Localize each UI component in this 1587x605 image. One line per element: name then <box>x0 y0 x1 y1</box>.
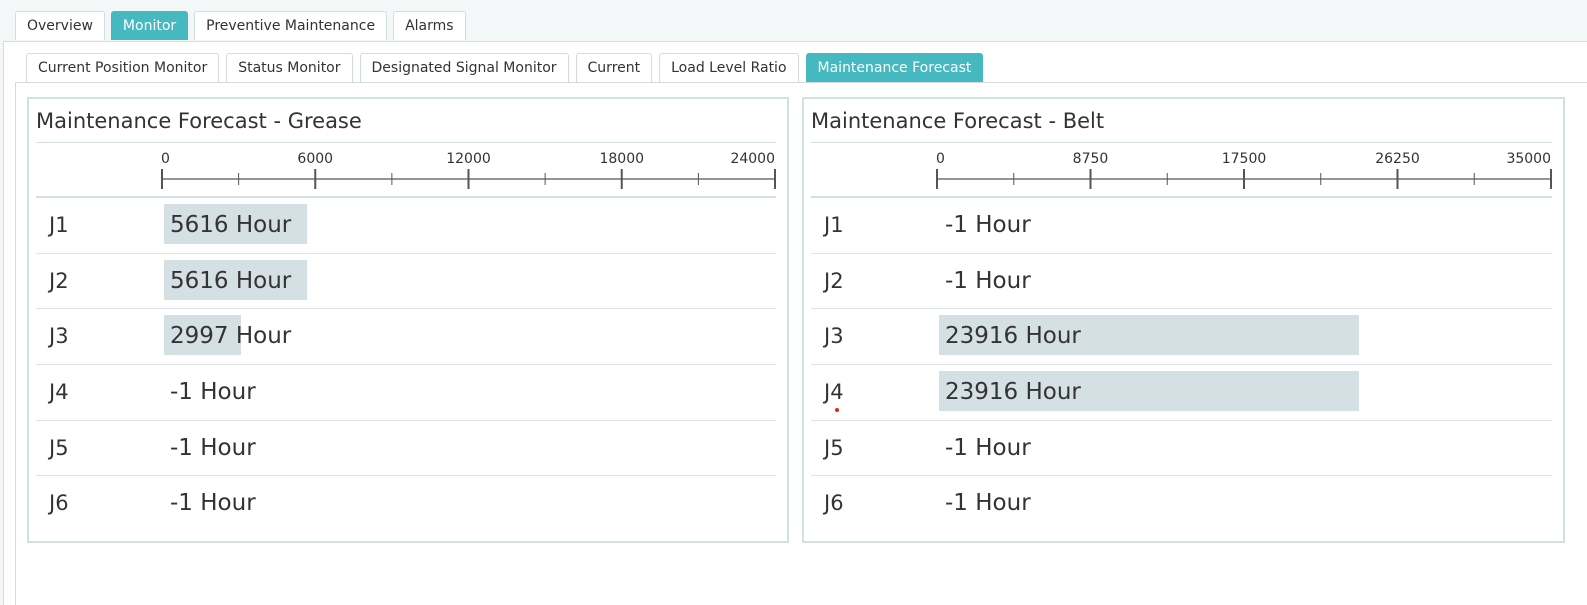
bar-value-label: 5616 Hour <box>170 212 292 238</box>
tab-overview[interactable]: Overview <box>15 11 105 40</box>
tab-load-level-ratio[interactable]: Load Level Ratio <box>659 53 799 82</box>
tab-status-monitor[interactable]: Status Monitor <box>226 53 353 82</box>
tick-label: 12000 <box>446 151 491 167</box>
row-label: J6 <box>49 491 69 516</box>
row-label: J6 <box>824 491 844 516</box>
grease-forecast-chart: Maintenance Forecast - Grease 0 6000 12000… <box>27 97 789 543</box>
tick-label: 17500 <box>1222 151 1267 167</box>
tick-label: 18000 <box>599 151 644 167</box>
tab-monitor[interactable]: Monitor <box>110 11 189 40</box>
monitor-sub-tabs: Current Position Monitor Status Monitor … <box>26 53 984 82</box>
row-label: J1 <box>49 213 69 237</box>
tab-current-position-monitor[interactable]: Current Position Monitor <box>26 53 220 82</box>
chart-row-j5: J5 -1 Hour <box>36 421 776 477</box>
tab-designated-signal-monitor[interactable]: Designated Signal Monitor <box>359 53 569 82</box>
tab-preventive-maintenance[interactable]: Preventive Maintenance <box>194 11 388 40</box>
bar-value-label: 23916 Hour <box>945 379 1081 406</box>
tick-label: 24000 <box>730 151 775 167</box>
chart-row-j1: J1 -1 Hour <box>811 198 1552 254</box>
row-label: J4 <box>824 380 844 405</box>
alert-marker <box>835 408 839 412</box>
chart-rows: J1 5616 Hour J2 5616 Hour J3 2997 Hour J4 -1 Ho… <box>36 198 776 532</box>
tick-label: 0 <box>161 151 170 167</box>
chart-row-j2: J2 5616 Hour <box>36 254 776 310</box>
belt-forecast-chart: Maintenance Forecast - Belt 0 8750 17500 26… <box>802 97 1565 543</box>
bar-value-label: 5616 Hour <box>170 267 292 294</box>
row-label: J5 <box>824 435 844 460</box>
chart-title: Maintenance Forecast - Grease <box>36 109 362 133</box>
main-tabs: Overview Monitor Preventive Maintenance … <box>15 11 466 40</box>
row-label: J3 <box>824 324 844 349</box>
row-label: J2 <box>824 268 844 293</box>
x-axis: 0 6000 12000 18000 24000 <box>161 151 776 189</box>
tick-label: 35000 <box>1506 151 1551 167</box>
bar-value-label: 2997 Hour <box>170 323 292 350</box>
chart-row-j6: J6 -1 Hour <box>36 476 776 532</box>
row-label: J1 <box>824 213 844 237</box>
bar-value-label: -1 Hour <box>945 434 1031 461</box>
chart-row-j1: J1 5616 Hour <box>36 198 776 254</box>
bar-value-label: -1 Hour <box>170 379 256 406</box>
chart-row-j6: J6 -1 Hour <box>811 476 1552 532</box>
x-axis: 0 8750 17500 26250 35000 <box>936 151 1552 189</box>
bar-value-label: -1 Hour <box>170 490 256 517</box>
chart-row-j4: J4 23916 Hour <box>811 365 1552 421</box>
tick-label: 26250 <box>1375 151 1420 167</box>
chart-row-j2: J2 -1 Hour <box>811 254 1552 310</box>
row-label: J2 <box>49 268 69 293</box>
chart-row-j4: J4 -1 Hour <box>36 365 776 421</box>
bar-value-label: -1 Hour <box>945 490 1031 517</box>
chart-title: Maintenance Forecast - Belt <box>811 109 1105 133</box>
chart-row-j3: J3 2997 Hour <box>36 309 776 366</box>
tab-current[interactable]: Current <box>575 53 653 82</box>
tab-maintenance-forecast[interactable]: Maintenance Forecast <box>805 53 984 82</box>
bar-value-label: -1 Hour <box>945 212 1031 238</box>
tick-label: 0 <box>936 151 945 167</box>
chart-row-j3: J3 23916 Hour <box>811 309 1552 366</box>
tick-label: 6000 <box>297 151 333 167</box>
chart-row-j5: J5 -1 Hour <box>811 421 1552 477</box>
row-label: J5 <box>49 435 69 460</box>
row-label: J4 <box>49 380 69 405</box>
bar-value-label: 23916 Hour <box>945 323 1081 350</box>
tick-label: 8750 <box>1073 151 1109 167</box>
row-label: J3 <box>49 324 69 349</box>
tab-alarms[interactable]: Alarms <box>393 11 466 40</box>
bar-value-label: -1 Hour <box>945 267 1031 294</box>
chart-rows: J1 -1 Hour J2 -1 Hour J3 23916 Hour J4 23916 Ho… <box>811 198 1552 532</box>
bar-value-label: -1 Hour <box>170 434 256 461</box>
